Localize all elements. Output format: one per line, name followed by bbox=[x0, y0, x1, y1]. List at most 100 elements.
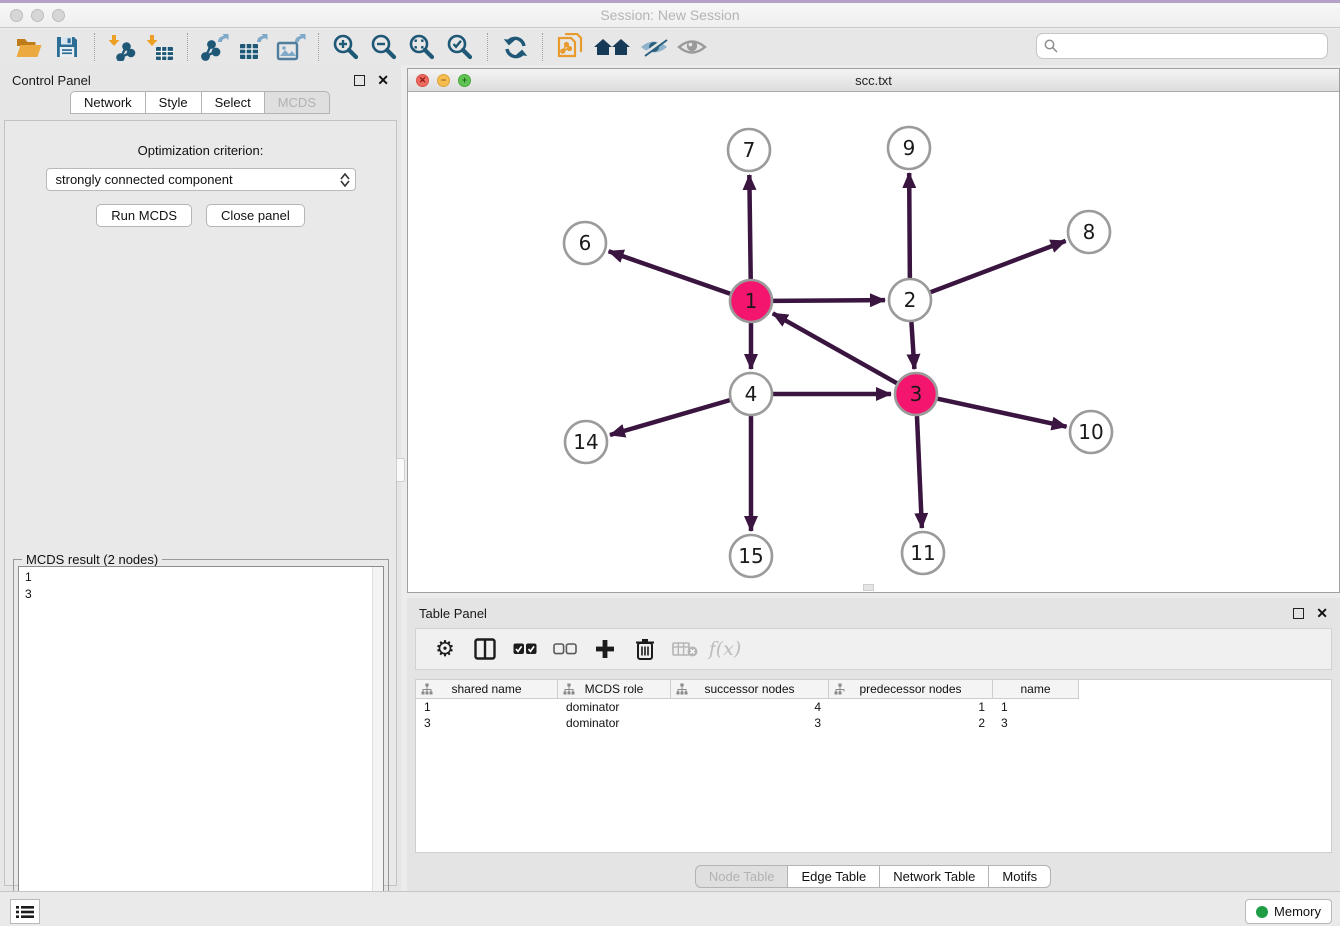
cell-predecessor-nodes[interactable]: 2 bbox=[829, 715, 993, 731]
tab-motifs[interactable]: Motifs bbox=[988, 865, 1051, 888]
graph-node-15[interactable]: 15 bbox=[730, 535, 772, 577]
import-network-button[interactable] bbox=[105, 31, 139, 63]
import-table-button[interactable] bbox=[143, 31, 177, 63]
node-label: 9 bbox=[903, 136, 916, 160]
split-columns-button[interactable] bbox=[468, 632, 502, 666]
home-button[interactable] bbox=[591, 31, 633, 63]
zoom-in-button[interactable] bbox=[329, 31, 363, 63]
edge-1-7[interactable] bbox=[749, 175, 750, 279]
table-row[interactable]: 3 dominator 3 2 3 bbox=[416, 715, 1331, 731]
task-history-button[interactable] bbox=[10, 899, 40, 924]
close-panel-button[interactable]: Close panel bbox=[206, 204, 305, 227]
tab-select[interactable]: Select bbox=[201, 91, 265, 114]
zoom-out-button[interactable] bbox=[367, 31, 401, 63]
cell-successor-nodes[interactable]: 4 bbox=[671, 699, 829, 715]
graph-node-14[interactable]: 14 bbox=[565, 421, 607, 463]
graph-node-3[interactable]: 3 bbox=[895, 373, 937, 415]
delete-table-button[interactable] bbox=[668, 632, 702, 666]
export-image-button[interactable] bbox=[274, 31, 308, 63]
node-label: 6 bbox=[579, 231, 592, 255]
column-header-name[interactable]: name bbox=[993, 680, 1079, 699]
search-input[interactable] bbox=[1063, 39, 1327, 54]
tab-mcds[interactable]: MCDS bbox=[264, 91, 330, 114]
memory-button[interactable]: Memory bbox=[1245, 899, 1332, 924]
criterion-dropdown[interactable]: strongly connected component bbox=[46, 168, 356, 191]
refresh-button[interactable] bbox=[498, 31, 532, 63]
edge-2-8[interactable] bbox=[931, 241, 1066, 292]
zoom-selected-button[interactable] bbox=[443, 31, 477, 63]
table-row[interactable]: 1 dominator 4 1 1 bbox=[416, 699, 1331, 715]
show-view-button[interactable] bbox=[675, 31, 709, 63]
float-panel-button[interactable] bbox=[354, 75, 365, 86]
edge-4-14[interactable] bbox=[610, 400, 730, 435]
cell-mcds-role[interactable]: dominator bbox=[558, 699, 671, 715]
column-header-predecessor-nodes[interactable]: predecessor nodes bbox=[829, 680, 993, 699]
graph-node-10[interactable]: 10 bbox=[1070, 411, 1112, 453]
cell-name[interactable]: 3 bbox=[993, 715, 1079, 731]
graph-node-2[interactable]: 2 bbox=[889, 279, 931, 321]
result-scrollbar[interactable] bbox=[372, 567, 383, 926]
float-table-panel-button[interactable] bbox=[1293, 608, 1304, 619]
tab-network[interactable]: Network bbox=[70, 91, 146, 114]
edge-2-9[interactable] bbox=[909, 173, 910, 278]
add-column-button[interactable] bbox=[588, 632, 622, 666]
cell-mcds-role[interactable]: dominator bbox=[558, 715, 671, 731]
close-table-panel-button[interactable]: ✕ bbox=[1316, 606, 1328, 620]
import-network-icon bbox=[109, 34, 136, 61]
export-table-icon bbox=[238, 34, 268, 61]
graph-node-11[interactable]: 11 bbox=[902, 532, 944, 574]
edge-1-2[interactable] bbox=[773, 300, 885, 301]
edge-1-6[interactable] bbox=[609, 251, 731, 293]
export-network-icon bbox=[201, 34, 229, 61]
network-window-titlebar[interactable]: ✕ − + scc.txt bbox=[408, 69, 1339, 92]
zoom-fit-button[interactable] bbox=[405, 31, 439, 63]
edge-3-11[interactable] bbox=[917, 416, 922, 528]
tab-node-table[interactable]: Node Table bbox=[695, 865, 789, 888]
mcds-result-groupbox: MCDS result (2 nodes) 1 3 bbox=[13, 559, 389, 926]
node-label: 4 bbox=[745, 382, 758, 406]
apply-function-button[interactable]: f(x) bbox=[708, 632, 742, 666]
graph-node-7[interactable]: 7 bbox=[728, 129, 770, 171]
edge-3-10[interactable] bbox=[937, 399, 1066, 427]
cell-shared-name[interactable]: 1 bbox=[416, 699, 558, 715]
deselect-all-columns-button[interactable] bbox=[548, 632, 582, 666]
node-label: 14 bbox=[573, 430, 598, 454]
tab-style[interactable]: Style bbox=[145, 91, 202, 114]
cell-successor-nodes[interactable]: 3 bbox=[671, 715, 829, 731]
network-canvas[interactable]: 1 2 3 4 6 7 8 9 10 11 14 15 bbox=[408, 92, 1339, 592]
open-file-button[interactable] bbox=[12, 31, 46, 63]
edge-2-3[interactable] bbox=[911, 322, 914, 369]
mcds-result-textarea[interactable]: 1 3 bbox=[18, 566, 384, 926]
graph-node-6[interactable]: 6 bbox=[564, 222, 606, 264]
canvas-resize-handle[interactable] bbox=[863, 584, 874, 591]
export-table-button[interactable] bbox=[236, 31, 270, 63]
gear-icon: ⚙ bbox=[435, 636, 455, 662]
cell-shared-name[interactable]: 3 bbox=[416, 715, 558, 731]
clone-network-button[interactable] bbox=[553, 31, 587, 63]
table-settings-button[interactable]: ⚙ bbox=[428, 632, 462, 666]
cell-name[interactable]: 1 bbox=[993, 699, 1079, 715]
column-header-successor-nodes[interactable]: successor nodes bbox=[671, 680, 829, 699]
export-network-button[interactable] bbox=[198, 31, 232, 63]
tab-network-table[interactable]: Network Table bbox=[879, 865, 989, 888]
graph-node-1[interactable]: 1 bbox=[730, 280, 772, 322]
graph-node-9[interactable]: 9 bbox=[888, 127, 930, 169]
panel-splitter-handle[interactable] bbox=[396, 458, 405, 482]
search-field[interactable] bbox=[1036, 33, 1328, 59]
run-mcds-button[interactable]: Run MCDS bbox=[96, 204, 192, 227]
toolbar-separator bbox=[187, 33, 188, 61]
column-header-mcds-role[interactable]: MCDS role bbox=[558, 680, 671, 699]
tab-edge-table[interactable]: Edge Table bbox=[787, 865, 880, 888]
column-header-shared-name[interactable]: shared name bbox=[416, 680, 558, 699]
save-session-button[interactable] bbox=[50, 31, 84, 63]
delete-column-button[interactable] bbox=[628, 632, 662, 666]
hide-view-button[interactable] bbox=[637, 31, 671, 63]
close-panel-button[interactable]: ✕ bbox=[377, 73, 389, 87]
cell-predecessor-nodes[interactable]: 1 bbox=[829, 699, 993, 715]
graph-node-4[interactable]: 4 bbox=[730, 373, 772, 415]
table-panel-header: Table Panel ✕ bbox=[407, 598, 1340, 628]
select-all-columns-button[interactable] bbox=[508, 632, 542, 666]
unchecked-boxes-icon bbox=[553, 643, 577, 655]
graph-node-8[interactable]: 8 bbox=[1068, 211, 1110, 253]
edge-3-1[interactable] bbox=[773, 313, 897, 383]
